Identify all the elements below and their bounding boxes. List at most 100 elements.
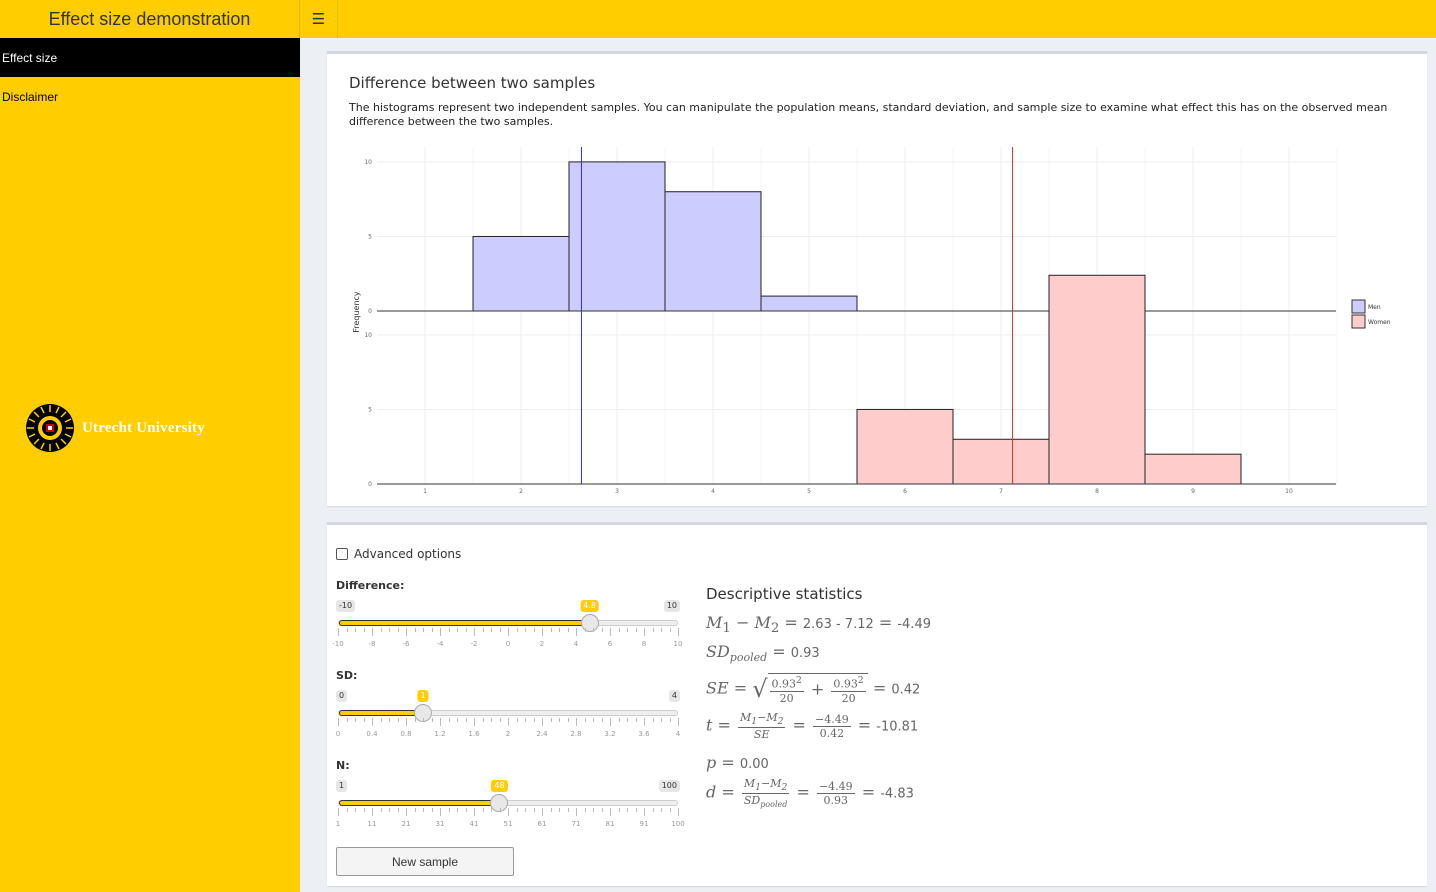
slider-tick [380, 808, 382, 812]
slider-tick [516, 808, 518, 812]
slider-tick [406, 808, 407, 816]
slider-tick [363, 808, 365, 812]
n-slider[interactable]: 1 100 48 1 11 21 31 41 51 61 71 81 91 100 [335, 780, 685, 828]
sidebar-item-label: Effect size [2, 50, 58, 65]
slider-tick [499, 628, 501, 632]
slider-fill [339, 710, 424, 716]
slider-track[interactable] [338, 620, 678, 626]
slider-tick [678, 628, 679, 636]
app-title-text: Effect size demonstration [48, 8, 251, 29]
slider-tick [661, 808, 662, 812]
slider-tick [533, 718, 535, 722]
se-formula: SE = √ 0.932 20 + 0.932 20 = 0.42 [706, 673, 921, 705]
slider-tick [448, 628, 450, 632]
slider-tick [397, 808, 399, 812]
slider-tick [542, 628, 543, 636]
slider-tick [593, 628, 594, 632]
slider-tick-label: 2.4 [536, 730, 548, 738]
slider-tick [414, 808, 416, 812]
chart-box: Difference between two samples The histo… [327, 51, 1427, 506]
slider-tick [406, 628, 407, 636]
slider-tick [431, 628, 433, 632]
checkbox-icon[interactable] [336, 548, 348, 560]
slider-tick [338, 628, 339, 636]
mean-difference-result: -4.49 [897, 617, 931, 632]
slider-tick [610, 718, 611, 726]
y-tick-label: 0 [368, 481, 372, 488]
slider-tick [482, 628, 484, 632]
slider-tick [533, 808, 535, 812]
slider-ticks: -10 -8 -6 -4 -2 0 2 4 6 8 10 [332, 628, 682, 648]
slider-tick [601, 628, 603, 632]
slider-tick-label: 0 [335, 730, 341, 738]
slider-tick [414, 718, 416, 722]
slider-tick [474, 808, 475, 816]
app-title: Effect size demonstration [0, 0, 300, 38]
slider-tick [635, 808, 637, 812]
slider-tick [601, 808, 603, 812]
slider-tick [635, 628, 637, 632]
slider-tick [380, 718, 382, 722]
slider-tick [593, 808, 594, 812]
slider-tick [508, 808, 509, 816]
slider-tick [567, 808, 569, 812]
slider-tick [559, 718, 560, 722]
slider-tick [669, 808, 671, 812]
slider-value-label: 48 [491, 780, 508, 792]
slider-tick-label: 2 [539, 640, 545, 648]
se-result: 0.42 [891, 682, 921, 698]
histogram-bar [664, 191, 762, 312]
slider-tick-label: 91 [639, 820, 649, 828]
advanced-options-checkbox[interactable]: Advanced options [336, 547, 461, 561]
histogram-bar [856, 408, 954, 485]
slider-max-label: 10 [663, 600, 680, 612]
new-sample-button[interactable]: New sample [336, 847, 514, 876]
slider-tick [635, 718, 637, 722]
n-slider-label: N: [336, 759, 350, 772]
slider-tick-label: 4 [573, 640, 579, 648]
sidebar-item-disclaimer[interactable]: Disclaimer [0, 77, 300, 116]
slider-tick [601, 718, 603, 722]
slider-tick [474, 718, 475, 726]
slider-tick [652, 808, 654, 812]
d-denominator: 0.93 [823, 793, 849, 807]
sidebar-item-effect-size[interactable]: Effect size [0, 38, 300, 77]
slider-tick [542, 808, 543, 816]
p-formula: p = 0.00 [706, 753, 769, 772]
slider-tick-label: 2.8 [570, 730, 582, 738]
difference-slider[interactable]: -10 10 4.8 -10 -8 -6 -4 -2 0 2 4 6 8 10 [332, 600, 682, 648]
slider-tick [448, 808, 450, 812]
slider-tick [355, 718, 356, 722]
histogram-bar [1144, 453, 1242, 485]
slider-track[interactable] [338, 710, 678, 716]
slider-tick-label: 1 [335, 820, 341, 828]
slider-tick [389, 808, 390, 812]
slider-max-label: 100 [658, 780, 680, 792]
slider-tick [559, 808, 560, 812]
stats-title: Descriptive statistics [706, 585, 863, 603]
d-numerator: −4.49 [816, 779, 855, 794]
slider-tick-label: 0 [505, 640, 511, 648]
sd-slider[interactable]: 0 4 1 0 0.4 0.8 1.2 1.6 2 2.4 2.8 3.2 3.6 4 [335, 690, 680, 738]
x-tick-label: 6 [903, 488, 907, 495]
x-tick-label: 3 [615, 488, 619, 495]
legend-label: Men [1368, 304, 1381, 311]
sd-slider-label: SD: [336, 669, 358, 682]
d-formula: d = M1−M2 SDpooled = −4.49 0.93 = -4.83 [706, 777, 914, 810]
slider-tick [508, 718, 509, 726]
slider-tick [457, 718, 458, 722]
slider-tick [593, 718, 594, 722]
slider-fill [339, 620, 591, 626]
slider-tick-label: 71 [571, 820, 581, 828]
histogram-bar [1048, 274, 1146, 485]
mean-difference-values: 2.63 - 7.12 [802, 617, 874, 632]
mean-difference-formula: M1 − M2 = 2.63 - 7.12 = -4.49 [706, 613, 931, 637]
slider-tick [627, 808, 628, 812]
slider-tick [406, 718, 407, 726]
slider-tick [533, 628, 535, 632]
slider-tick [397, 718, 399, 722]
slider-tick-label: -6 [402, 640, 410, 648]
slider-tick-label: 8 [641, 640, 647, 648]
menu-icon[interactable]: ☰ [300, 0, 338, 38]
t-numerator: −4.49 [813, 712, 851, 727]
